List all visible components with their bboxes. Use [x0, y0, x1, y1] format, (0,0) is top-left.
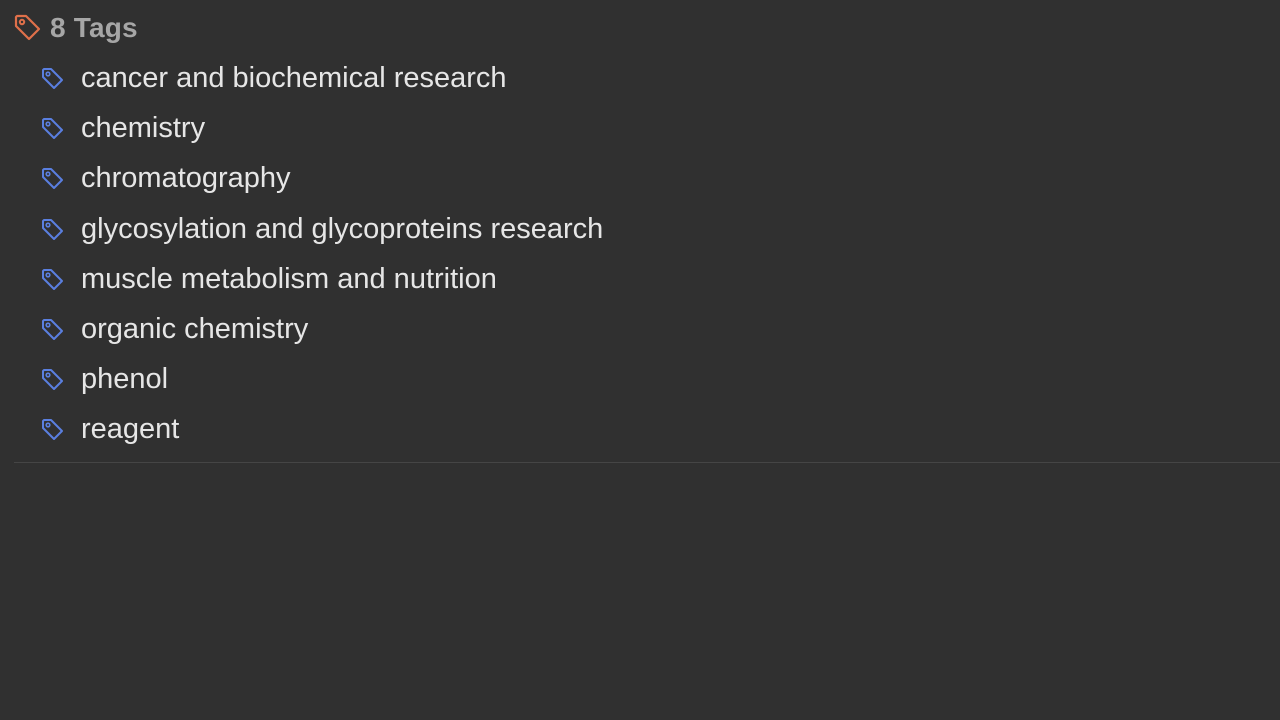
tag-icon — [40, 417, 66, 443]
tag-icon — [40, 66, 66, 92]
tag-label: muscle metabolism and nutrition — [81, 262, 497, 295]
tag-item[interactable]: chromatography — [0, 156, 1280, 206]
section-divider — [14, 462, 1280, 463]
tag-list: cancer and biochemical research chemistr… — [0, 56, 1280, 458]
tags-count-title: 8 Tags — [50, 12, 138, 43]
tags-pane: 8 Tags cancer and biochemical research c… — [0, 0, 1280, 720]
tag-item[interactable]: muscle metabolism and nutrition — [0, 257, 1280, 307]
tag-label: glycosylation and glycoproteins research — [81, 212, 604, 245]
tag-label: cancer and biochemical research — [81, 62, 507, 94]
tag-icon — [12, 12, 44, 44]
tag-label: chromatography — [81, 162, 291, 195]
tag-item[interactable]: reagent — [0, 407, 1280, 457]
tag-label: organic chemistry — [81, 312, 309, 345]
tags-header: 8 Tags — [12, 10, 138, 46]
tag-icon — [40, 217, 66, 243]
tag-item[interactable]: chemistry — [0, 106, 1280, 156]
tag-item[interactable]: phenol — [0, 357, 1280, 407]
tag-item[interactable]: cancer and biochemical research — [0, 56, 1280, 106]
tag-icon — [40, 367, 66, 393]
tag-icon — [40, 317, 66, 343]
tag-icon — [40, 267, 66, 293]
tag-item[interactable]: glycosylation and glycoproteins research — [0, 207, 1280, 257]
tag-icon — [40, 166, 66, 192]
tag-icon — [40, 116, 66, 142]
tag-label: reagent — [81, 413, 180, 446]
tag-item[interactable]: organic chemistry — [0, 307, 1280, 357]
tag-label: phenol — [81, 363, 169, 396]
tag-label: chemistry — [81, 112, 206, 145]
